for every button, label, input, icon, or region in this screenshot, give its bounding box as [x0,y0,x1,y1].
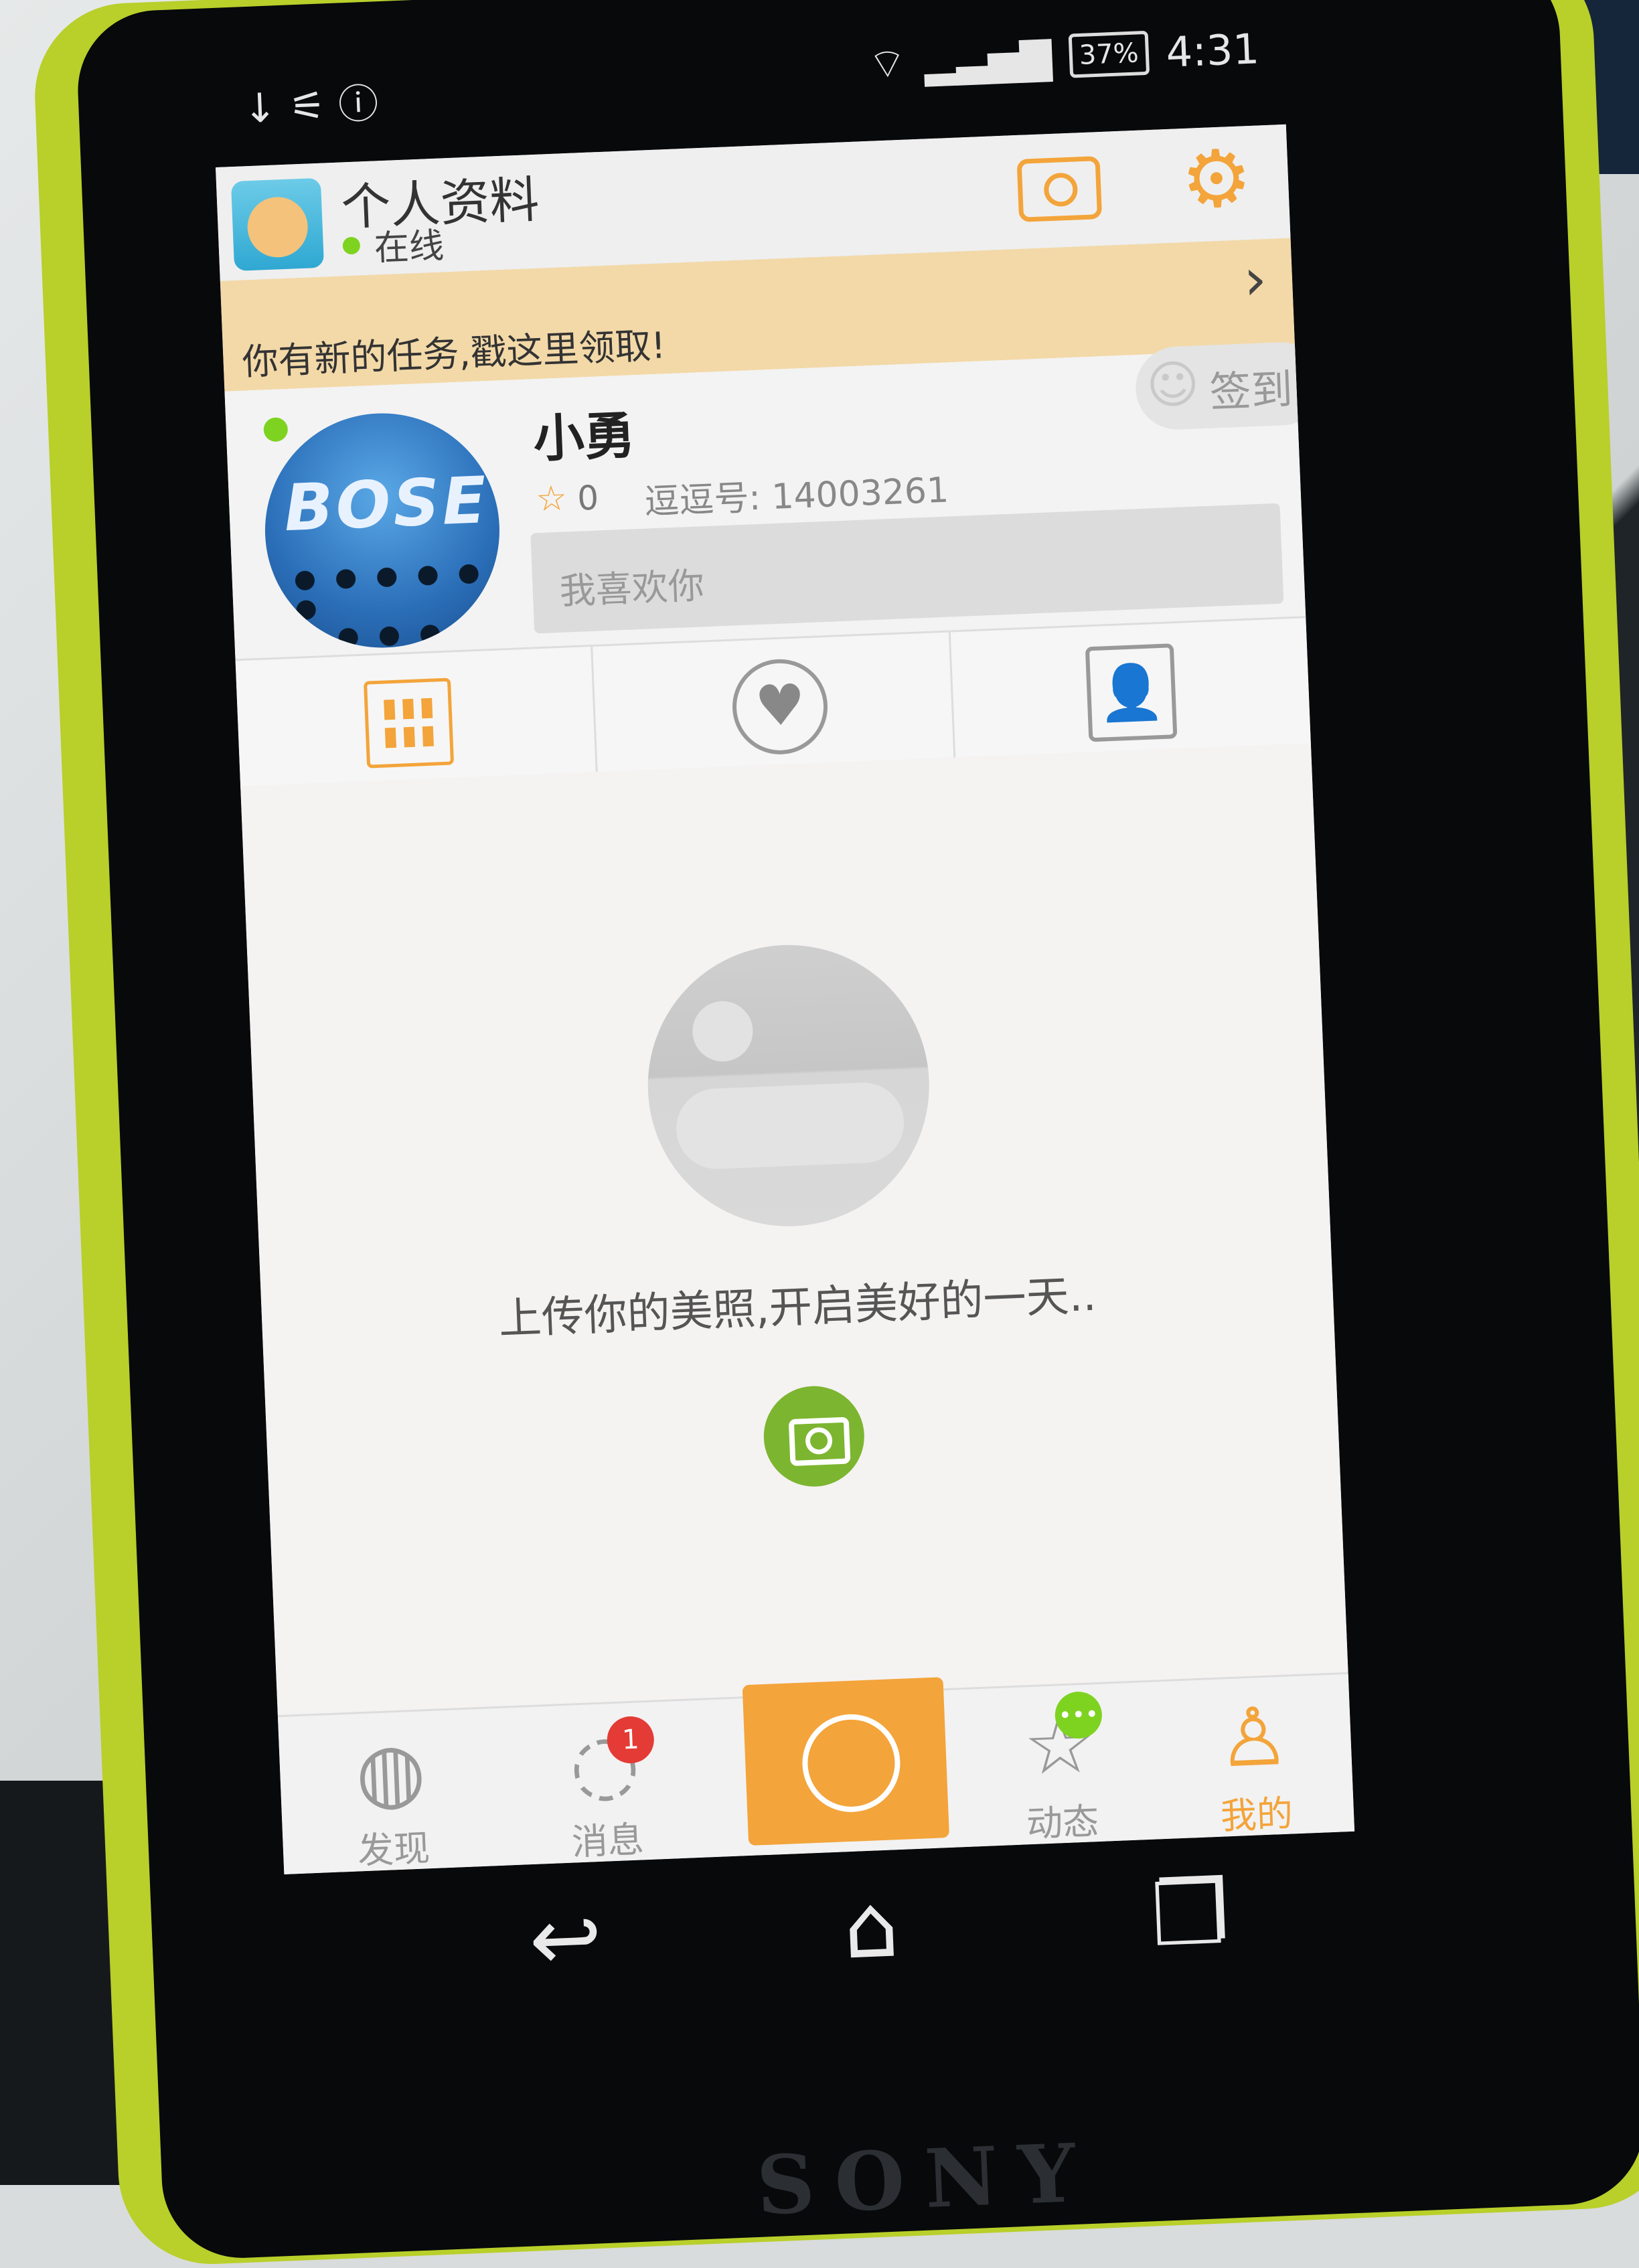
upload-prompt: 上传你的美照,开启美好的一天.. [497,1271,1097,1345]
nav-me[interactable]: ♙ 我的 [1168,1688,1341,1838]
app-screen: 个人资料 在线 ⚙ 你有新的任务,戳这里领取! › BOSE ● ● ● ● ●… [216,124,1355,1874]
nav-discover-label: 发现 [356,1827,431,1872]
chevron-right-icon: › [1242,246,1268,314]
heart-icon: ♥ [730,657,830,756]
home-icon[interactable]: ⌂ [842,1874,901,1978]
avatar-logo-text: BOSE [283,463,491,546]
checkin-label: 签到 [1208,364,1294,417]
signal-icon: ▂▃▅▇ [923,32,1053,86]
status-time: 4:31 [1165,23,1261,77]
nav-feed[interactable]: ☆ ••• 动态 [974,1690,1147,1845]
nav-center-mascot-button[interactable] [742,1677,950,1846]
globe-icon: ◍ [354,1724,428,1821]
chat-icon: ◌ [568,1716,642,1812]
task-banner-text: 你有新的任务,戳这里领取! [241,324,667,384]
photo-placeholder-icon [642,939,935,1232]
mascot-icon [246,195,309,259]
wifi-icon: ⌔ [866,38,908,89]
star-icon: ☆ [535,478,568,520]
star-count: 0 [576,478,600,518]
mascot-icon [800,1712,903,1814]
tab-photos[interactable] [235,646,599,789]
cloud-shape [674,1080,906,1171]
gear-icon[interactable]: ⚙ [1179,131,1253,226]
device-brand: SONY [755,2125,1098,2234]
nav-me-label: 我的 [1219,1792,1294,1838]
nav-messages[interactable]: ◌ 1 消息 [519,1714,692,1864]
tab-contact[interactable]: 👤 [950,618,1311,759]
battery-indicator: 37% [1068,30,1150,78]
avatar-online-dot-icon [263,417,289,442]
camera-icon[interactable] [1016,155,1103,222]
app-logo[interactable] [230,177,325,271]
speaker-grill: ● ● ● ● ● ●● ● ● ● ● ● [293,556,489,653]
user-id: 逗逗号: 14003261 [643,470,950,523]
contact-card-icon: 👤 [1085,643,1178,742]
nav-feed-label: 动态 [1026,1800,1100,1846]
nav-messages-label: 消息 [570,1818,645,1864]
person-icon: ♙ [1215,1690,1292,1786]
recent-apps-icon[interactable]: ❐ [1149,1862,1231,1967]
nav-discover[interactable]: ◍ 发现 [305,1722,478,1872]
signature-text: 我喜欢你 [558,564,705,613]
online-status: 在线 [373,226,445,269]
photo-empty-state: 上传你的美照,开启美好的一天.. [240,743,1349,1723]
smiley-pen-icon: ☺ [1145,353,1201,416]
online-dot-icon [342,236,361,255]
upload-photo-button[interactable] [761,1384,866,1489]
sun-shape [691,999,755,1063]
tab-likes[interactable]: ♥ [593,632,956,774]
grid-icon [363,677,455,768]
profile-card: BOSE ● ● ● ● ● ●● ● ● ● ● ● 小勇 ☆ 0 逗逗号: … [224,340,1325,659]
back-icon[interactable]: ↩ [527,1886,604,1991]
signature-field[interactable]: 我喜欢你 [530,503,1284,634]
avatar[interactable]: BOSE ● ● ● ● ● ●● ● ● ● ● ● [260,408,504,653]
notification-icons: ↓ ⚟ ⓘ [242,80,380,133]
nickname: 小勇 [532,405,637,469]
